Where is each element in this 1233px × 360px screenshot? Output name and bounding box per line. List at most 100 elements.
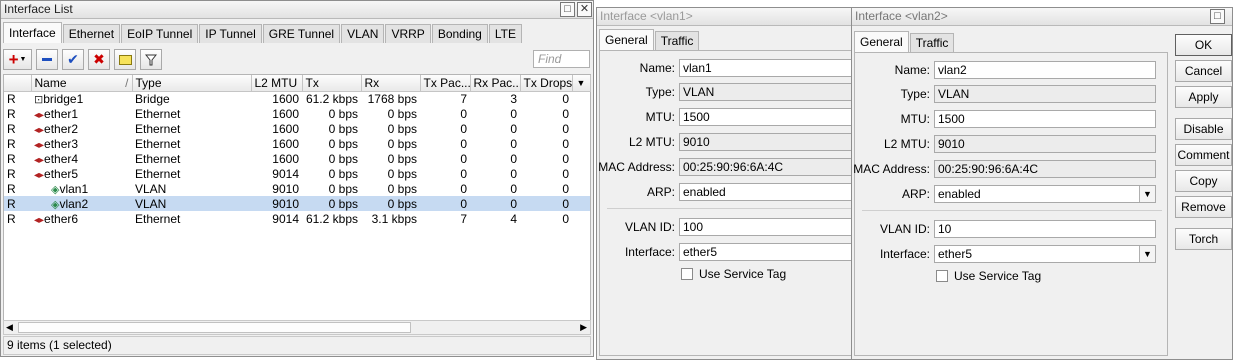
tab-eoip-tunnel[interactable]: EoIP Tunnel: [121, 24, 199, 43]
scroll-right-icon[interactable]: ▶: [580, 321, 587, 334]
l2mtu-label: L2 MTU:: [883, 137, 930, 151]
table-row[interactable]: R ◂▸ether4 Ethernet 1600 0 bps 0 bps 0 0…: [4, 151, 590, 166]
tab-general[interactable]: General: [854, 31, 909, 52]
chevron-down-icon[interactable]: ▼: [1139, 186, 1155, 202]
use-service-tag-checkbox[interactable]: [936, 270, 948, 282]
disable-button[interactable]: Disable: [1175, 118, 1232, 140]
row-type: VLAN: [135, 181, 167, 196]
table-row-selected[interactable]: R ◈vlan2 VLAN 9010 0 bps 0 bps 0 0 0: [4, 196, 590, 211]
row-txp: 0: [460, 181, 467, 196]
chevron-down-icon[interactable]: ▼: [1139, 246, 1155, 262]
table-row[interactable]: R ◈vlan1 VLAN 9010 0 bps 0 bps 0 0 0: [4, 181, 590, 196]
ethernet-icon: ◂▸: [34, 154, 45, 166]
row-txp: 0: [460, 136, 467, 151]
row-txd: 0: [520, 196, 572, 211]
col-name-header[interactable]: Name /: [31, 75, 133, 92]
row-type: Ethernet: [135, 151, 181, 166]
col-rx-header[interactable]: Rx: [361, 75, 421, 92]
interface-list-titlebar[interactable]: Interface List: [1, 1, 593, 19]
row-txd: 0: [562, 166, 569, 181]
tab-lte[interactable]: LTE: [488, 24, 522, 43]
remove-button[interactable]: Remove: [1175, 196, 1232, 218]
interface-table: Name / Type L2 MTU Tx Rx Tx Pac... Rx Pac…: [4, 75, 591, 226]
horizontal-scrollbar[interactable]: ◀ ▶: [3, 320, 591, 335]
table-row[interactable]: R ◂▸ether2 Ethernet 1600 0 bps 0 bps 0 0…: [4, 121, 590, 136]
vlan-id-field[interactable]: 10: [934, 220, 1156, 238]
disable-button[interactable]: ✖: [88, 49, 110, 70]
comment-button[interactable]: [114, 49, 136, 70]
row-name: ◂▸ether5: [34, 166, 79, 181]
vlan2-titlebar[interactable]: Interface <vlan2>: [852, 8, 1232, 26]
interface-label: Interface:: [624, 245, 675, 259]
window-title: Interface List: [4, 2, 73, 16]
mac-address-label: MAC Address:: [598, 160, 675, 174]
use-service-tag-checkbox[interactable]: [681, 268, 693, 280]
tab-traffic[interactable]: Traffic: [654, 31, 700, 50]
scroll-left-icon[interactable]: ◀: [6, 321, 13, 334]
scrollbar-thumb[interactable]: [18, 322, 411, 333]
interface-select[interactable]: ether5 ▼: [934, 245, 1156, 263]
comment-button[interactable]: Comment: [1175, 144, 1232, 166]
arp-select[interactable]: enabled ▼: [934, 185, 1156, 203]
row-rxp: 4: [510, 211, 517, 226]
col-rxpackets-header[interactable]: Rx Pac...: [470, 75, 521, 92]
column-menu-button[interactable]: ▼: [572, 75, 591, 92]
tab-interface[interactable]: Interface: [3, 22, 62, 43]
bridge-icon: ⊡: [34, 93, 44, 106]
l2mtu-field: 9010: [934, 135, 1156, 153]
row-tx: 0 bps: [328, 181, 358, 196]
use-service-tag-label: Use Service Tag: [699, 267, 787, 281]
tab-vlan[interactable]: VLAN: [341, 24, 385, 43]
tab-gre-tunnel[interactable]: GRE Tunnel: [262, 24, 341, 43]
tab-ip-tunnel[interactable]: IP Tunnel: [199, 24, 262, 43]
maximize-button[interactable]: □: [560, 2, 575, 17]
row-flag: R: [7, 181, 16, 196]
mtu-label: MTU:: [645, 110, 675, 124]
mtu-field[interactable]: 1500: [934, 110, 1156, 128]
mac-address-field: 00:25:90:96:6A:4C: [934, 160, 1156, 178]
col-txdrops-header[interactable]: Tx Drops: [520, 75, 573, 92]
remove-button[interactable]: [36, 49, 58, 70]
table-row[interactable]: R ⊡bridge1 Bridge 1600 61.2 kbps 1768 bp…: [4, 91, 590, 106]
tab-general[interactable]: General: [599, 29, 654, 50]
copy-button[interactable]: Copy: [1175, 170, 1232, 192]
table-row[interactable]: R ◂▸ether1 Ethernet 1600 0 bps 0 bps 0 0…: [4, 106, 590, 121]
use-service-tag-label: Use Service Tag: [954, 269, 1042, 283]
row-rx: 0 bps: [387, 151, 417, 166]
ok-button[interactable]: OK: [1175, 34, 1232, 56]
row-rx: 1768 bps: [367, 91, 417, 106]
col-txpackets-header[interactable]: Tx Pac...: [420, 75, 471, 92]
check-icon: ✔: [67, 51, 79, 67]
table-row[interactable]: R ◂▸ether5 Ethernet 9014 0 bps 0 bps 0 0…: [4, 166, 590, 181]
name-field[interactable]: vlan2: [934, 61, 1156, 79]
row-type: Ethernet: [135, 166, 181, 181]
tab-bonding[interactable]: Bonding: [431, 24, 488, 43]
arp-label: ARP:: [901, 187, 930, 201]
row-l2mtu: 1600: [272, 91, 299, 106]
add-button[interactable]: + ▼: [3, 49, 32, 70]
tab-vrrp[interactable]: VRRP: [385, 24, 431, 43]
enable-button[interactable]: ✔: [62, 49, 84, 70]
apply-button[interactable]: Apply: [1175, 86, 1232, 108]
row-rxp: 0: [510, 151, 517, 166]
row-rxp: 0: [510, 106, 517, 121]
row-tx: 0 bps: [328, 136, 358, 151]
close-button[interactable]: ✕: [577, 2, 592, 17]
row-type: Ethernet: [135, 106, 181, 121]
col-type-header[interactable]: Type: [132, 75, 252, 92]
table-row[interactable]: R ◂▸ether3 Ethernet 1600 0 bps 0 bps 0 0…: [4, 136, 590, 151]
row-rx: 0 bps: [387, 181, 417, 196]
col-tx-header[interactable]: Tx: [302, 75, 362, 92]
col-l2mtu-header[interactable]: L2 MTU: [251, 75, 303, 92]
maximize-button[interactable]: □: [1210, 9, 1225, 24]
row-rxp: 0: [510, 181, 517, 196]
tab-ethernet[interactable]: Ethernet: [62, 24, 121, 43]
cancel-button[interactable]: Cancel: [1175, 60, 1232, 82]
col-flag-header[interactable]: [4, 75, 32, 92]
table-row[interactable]: R ◂▸ether6 Ethernet 9014 61.2 kbps 3.1 k…: [4, 211, 590, 226]
find-input[interactable]: Find: [533, 50, 590, 68]
filter-button[interactable]: [140, 49, 162, 70]
torch-button[interactable]: Torch: [1175, 228, 1232, 250]
tab-traffic[interactable]: Traffic: [909, 33, 955, 52]
window-title: Interface <vlan2>: [855, 9, 948, 23]
